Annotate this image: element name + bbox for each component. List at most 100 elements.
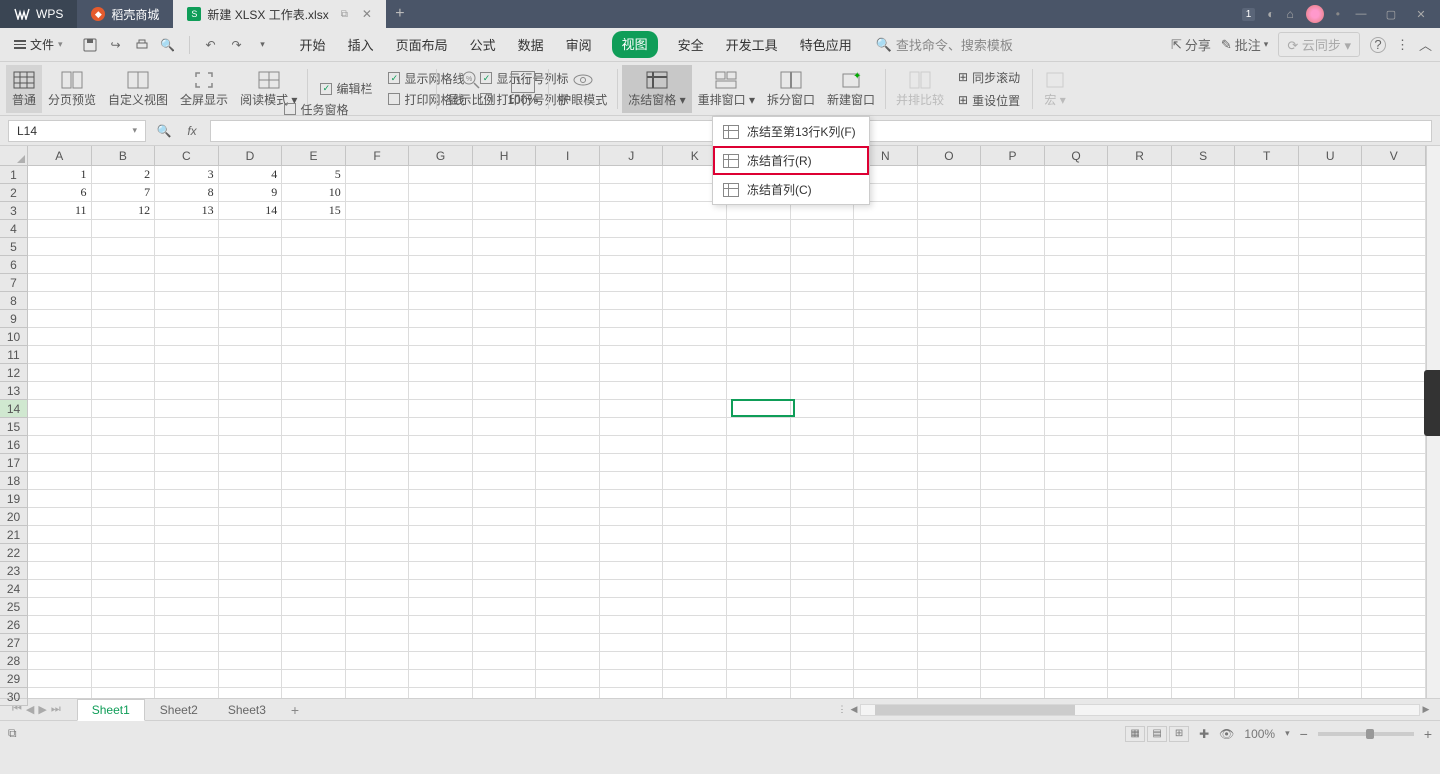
- cell[interactable]: [600, 652, 664, 670]
- cell[interactable]: [28, 508, 92, 526]
- cell[interactable]: [409, 598, 473, 616]
- cell[interactable]: [663, 382, 727, 400]
- cell[interactable]: [1299, 346, 1363, 364]
- row-header[interactable]: 17: [0, 454, 28, 472]
- cell[interactable]: [409, 616, 473, 634]
- print-icon[interactable]: [133, 36, 151, 54]
- cell[interactable]: [1172, 454, 1236, 472]
- col-header[interactable]: O: [918, 146, 982, 166]
- cell[interactable]: [1045, 472, 1109, 490]
- cell[interactable]: [1362, 238, 1426, 256]
- cell[interactable]: [155, 526, 219, 544]
- cell[interactable]: [473, 472, 537, 490]
- menu-tab-4[interactable]: 数据: [516, 31, 546, 58]
- cell[interactable]: [1362, 562, 1426, 580]
- cell[interactable]: 3: [155, 166, 219, 184]
- cell[interactable]: [536, 526, 600, 544]
- cell[interactable]: [981, 274, 1045, 292]
- cell[interactable]: [1299, 598, 1363, 616]
- cell[interactable]: [854, 310, 918, 328]
- cell[interactable]: [473, 616, 537, 634]
- zoom-slider[interactable]: [1318, 732, 1414, 736]
- cell[interactable]: [600, 670, 664, 688]
- cell[interactable]: [791, 400, 855, 418]
- cell[interactable]: [727, 616, 791, 634]
- cell[interactable]: [600, 544, 664, 562]
- cell[interactable]: [1362, 670, 1426, 688]
- cell[interactable]: [409, 274, 473, 292]
- row-header[interactable]: 3: [0, 202, 28, 220]
- cell[interactable]: [219, 634, 283, 652]
- cell[interactable]: [28, 238, 92, 256]
- status-menu-icon[interactable]: ⧉: [8, 726, 17, 741]
- row-header[interactable]: 24: [0, 580, 28, 598]
- cell[interactable]: [663, 472, 727, 490]
- menu-tab-0[interactable]: 开始: [298, 31, 328, 58]
- cell[interactable]: [1108, 400, 1172, 418]
- cell[interactable]: [854, 274, 918, 292]
- cell[interactable]: [282, 436, 346, 454]
- cell[interactable]: [1235, 670, 1299, 688]
- cell[interactable]: [536, 670, 600, 688]
- cell[interactable]: [791, 454, 855, 472]
- cell[interactable]: [1172, 526, 1236, 544]
- cell[interactable]: [854, 616, 918, 634]
- cell[interactable]: [600, 382, 664, 400]
- cell[interactable]: [1235, 292, 1299, 310]
- cell[interactable]: [28, 562, 92, 580]
- row-header[interactable]: 27: [0, 634, 28, 652]
- cell[interactable]: 7: [92, 184, 156, 202]
- cell[interactable]: [92, 418, 156, 436]
- cell[interactable]: [1045, 328, 1109, 346]
- cell[interactable]: [346, 490, 410, 508]
- cell[interactable]: [600, 166, 664, 184]
- save-icon[interactable]: [81, 36, 99, 54]
- name-box[interactable]: L14 ▾: [8, 120, 146, 142]
- app-tab-store[interactable]: ◆ 稻壳商城: [77, 0, 173, 28]
- view-layout-icon[interactable]: ⊞: [1169, 726, 1189, 742]
- cell[interactable]: [981, 382, 1045, 400]
- cell[interactable]: [1235, 490, 1299, 508]
- cell[interactable]: [918, 166, 982, 184]
- cell[interactable]: [219, 688, 283, 698]
- cell[interactable]: 11: [28, 202, 92, 220]
- cell[interactable]: [1299, 382, 1363, 400]
- cell[interactable]: [282, 310, 346, 328]
- row-header[interactable]: 10: [0, 328, 28, 346]
- cell[interactable]: [1299, 184, 1363, 202]
- cell[interactable]: [282, 382, 346, 400]
- cell[interactable]: [981, 202, 1045, 220]
- cell[interactable]: [1235, 382, 1299, 400]
- cell[interactable]: [727, 238, 791, 256]
- cell[interactable]: [1235, 688, 1299, 698]
- cell[interactable]: [282, 616, 346, 634]
- menu-tab-6[interactable]: 视图: [612, 31, 658, 58]
- cell[interactable]: [1299, 526, 1363, 544]
- cell[interactable]: [1045, 688, 1109, 698]
- cell[interactable]: [1172, 688, 1236, 698]
- cell[interactable]: [282, 328, 346, 346]
- cell[interactable]: [219, 562, 283, 580]
- cell[interactable]: [981, 184, 1045, 202]
- cell[interactable]: [1172, 202, 1236, 220]
- cell[interactable]: [282, 544, 346, 562]
- cell[interactable]: [473, 346, 537, 364]
- cell[interactable]: [854, 364, 918, 382]
- cell[interactable]: [473, 544, 537, 562]
- cell[interactable]: [155, 418, 219, 436]
- cell[interactable]: [473, 166, 537, 184]
- cell[interactable]: [1172, 256, 1236, 274]
- view-normal-button[interactable]: 普通: [6, 65, 42, 113]
- cell[interactable]: [92, 310, 156, 328]
- cell[interactable]: [536, 508, 600, 526]
- cell[interactable]: [1108, 454, 1172, 472]
- view-normal-icon[interactable]: ▦: [1125, 726, 1145, 742]
- zoom-100-button[interactable]: 1:1 100%: [502, 65, 545, 113]
- task-pane-checkbox[interactable]: 任务窗格: [284, 101, 348, 118]
- cell[interactable]: [1362, 508, 1426, 526]
- cell[interactable]: [854, 400, 918, 418]
- fx-icon[interactable]: fx: [182, 121, 202, 141]
- cell[interactable]: [219, 400, 283, 418]
- cell[interactable]: [473, 418, 537, 436]
- cell[interactable]: [92, 328, 156, 346]
